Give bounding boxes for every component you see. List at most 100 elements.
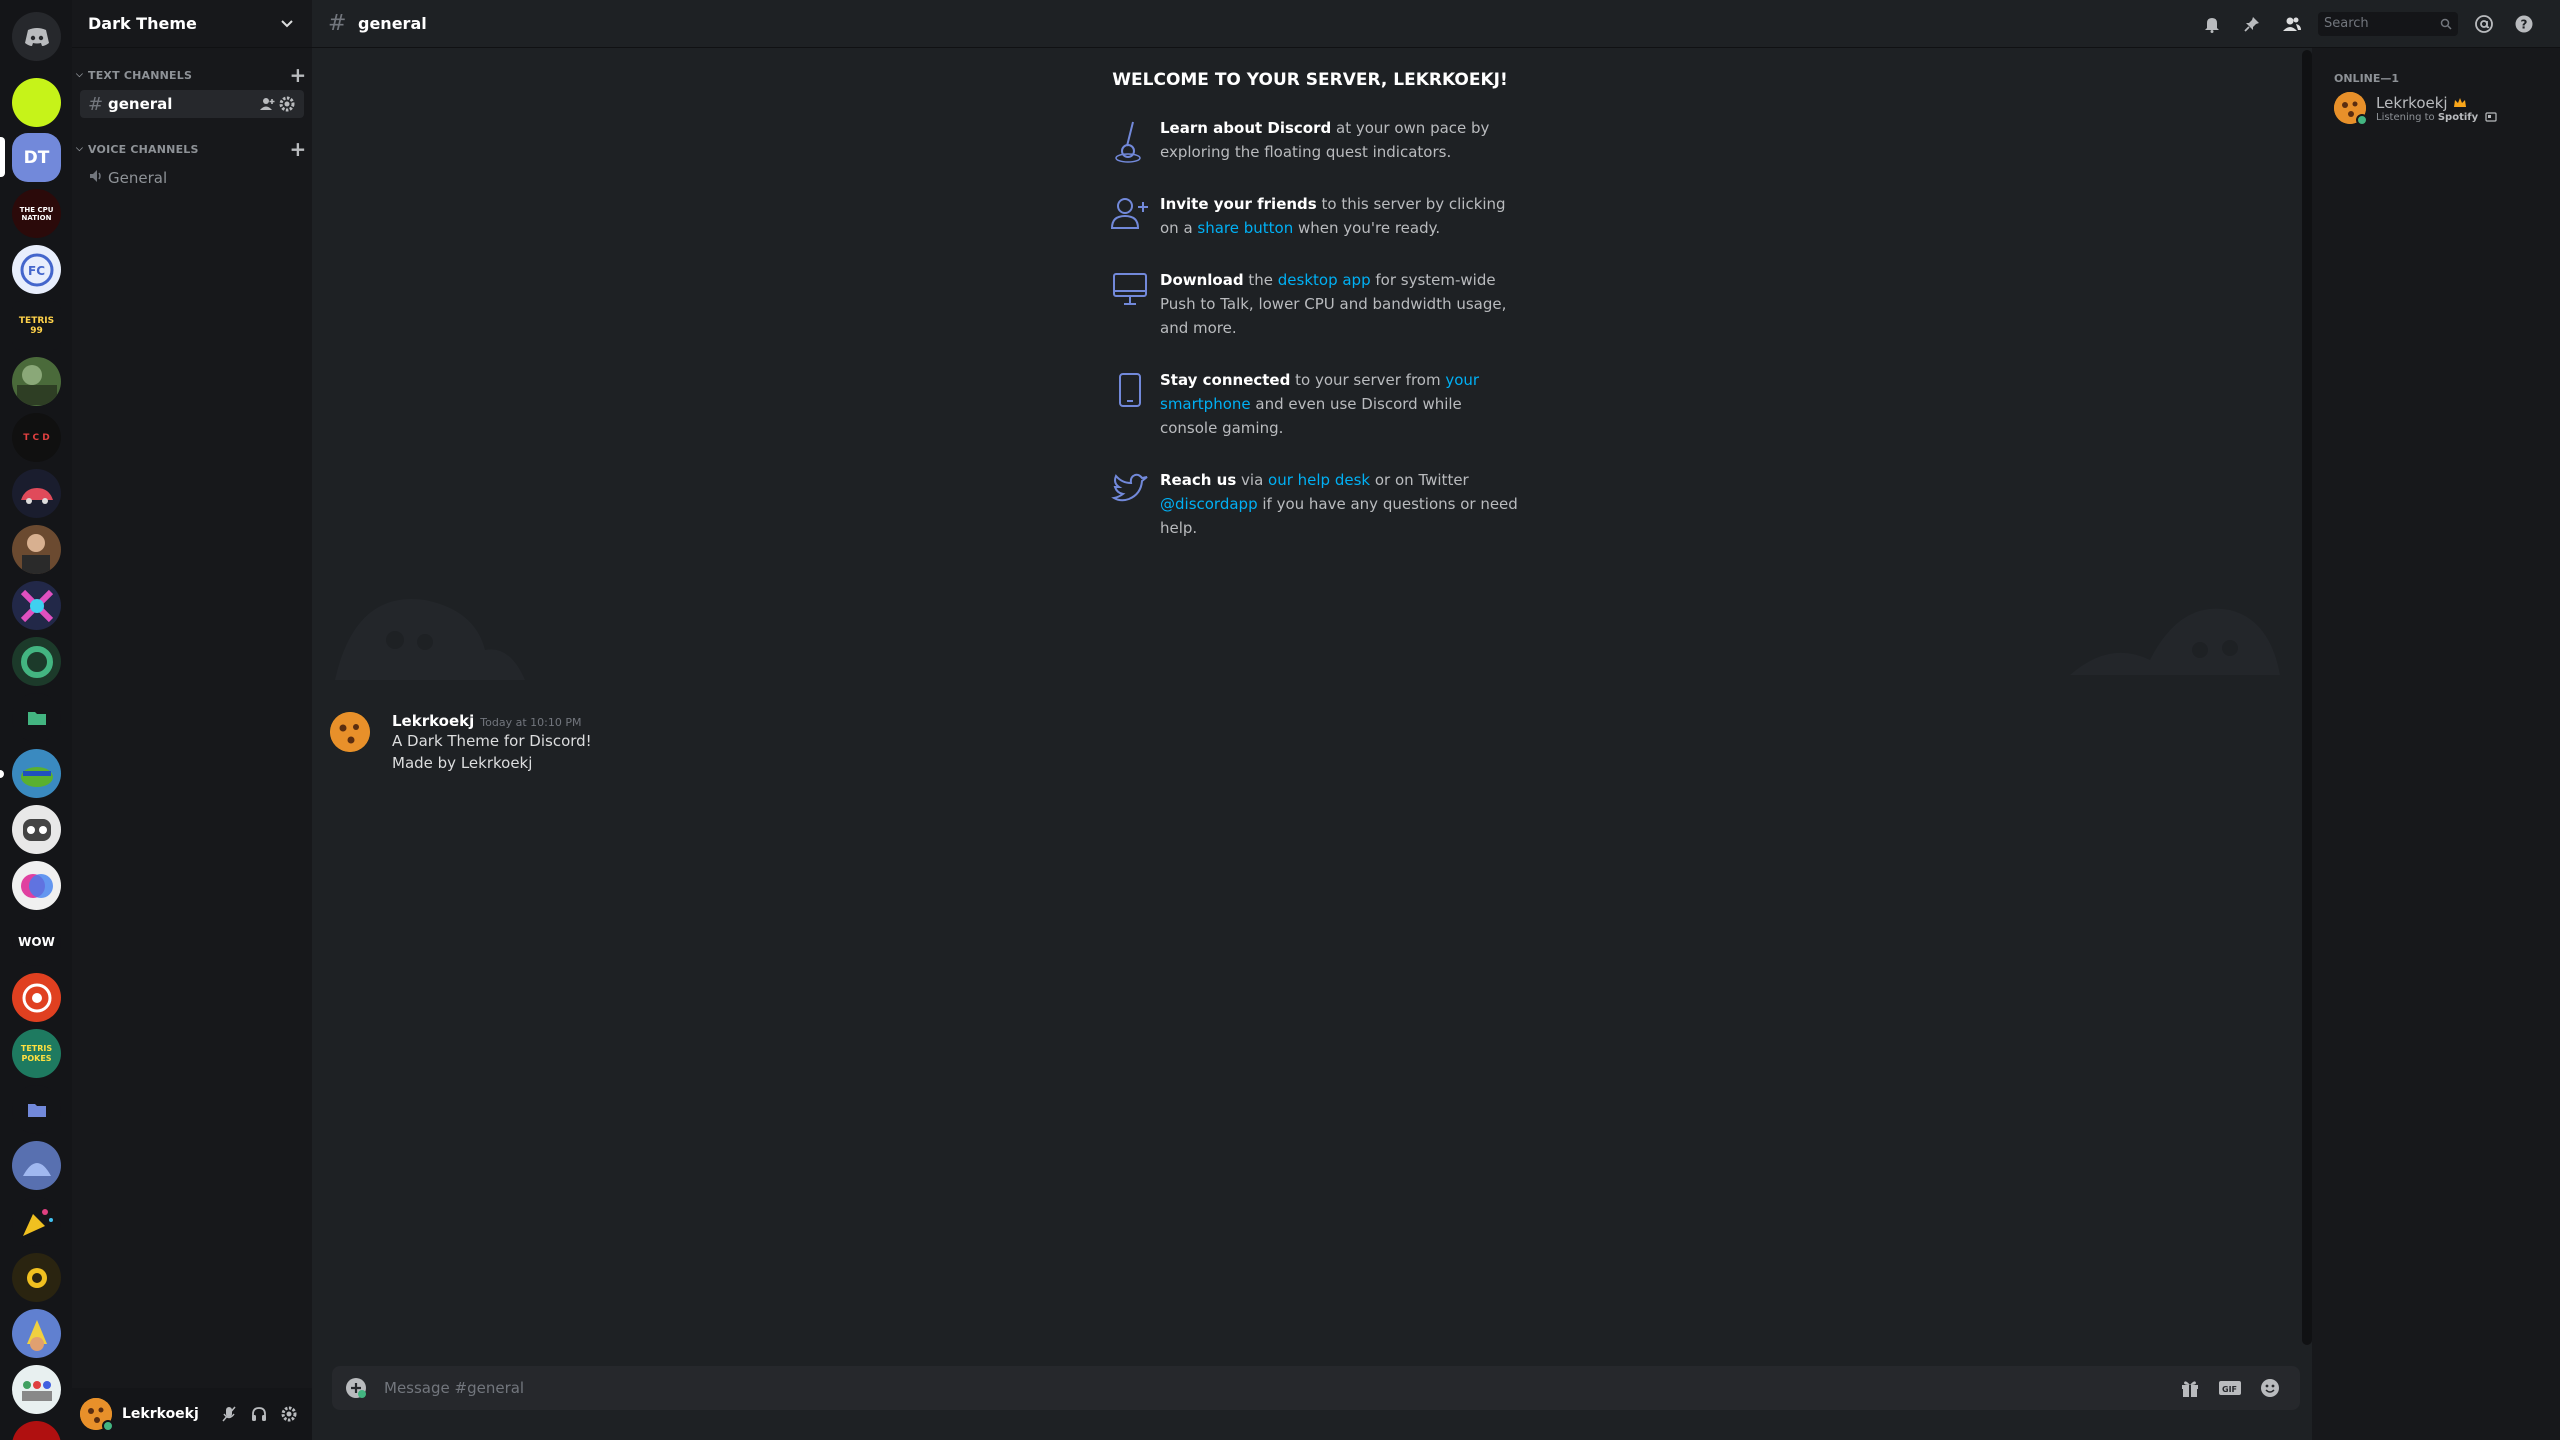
bell-icon: [2205, 17, 2219, 33]
guild-car[interactable]: [12, 469, 61, 518]
guild-landscape[interactable]: [12, 357, 61, 406]
create-text-channel-icon[interactable]: +: [288, 65, 308, 85]
channel-sidebar: Dark Theme ⌵ TEXT CHANNELS + # general ⌵…: [72, 0, 312, 1440]
guild-wizard[interactable]: [12, 1309, 61, 1358]
avatar: [2334, 92, 2368, 126]
guild-portrait[interactable]: [12, 525, 61, 574]
upload-button[interactable]: [342, 1372, 370, 1404]
online-status-icon: [102, 1420, 114, 1432]
mute-button[interactable]: [214, 1398, 244, 1430]
invite-icon[interactable]: [258, 95, 276, 113]
guild-lime[interactable]: [12, 78, 61, 127]
avatar[interactable]: [80, 1398, 114, 1432]
deafen-button[interactable]: [244, 1398, 274, 1430]
guild-robot[interactable]: [12, 805, 61, 854]
wizard-icon: [26, 1319, 47, 1351]
guild-orange-swirl[interactable]: [12, 973, 61, 1022]
channel-general[interactable]: # general: [80, 90, 304, 118]
guild-folder-blue[interactable]: [12, 1085, 61, 1134]
message-body: Lekrkoekj Today at 10:10 PM A Dark Theme…: [392, 712, 592, 774]
emoji-icon: [2261, 1379, 2279, 1397]
message-author[interactable]: Lekrkoekj: [392, 712, 474, 730]
tip-text: Download the desktop app for system-wide…: [1160, 271, 1507, 337]
activity-card-icon: [2485, 111, 2497, 122]
chat-scrollbar[interactable]: [2302, 50, 2312, 1345]
guild-wow[interactable]: WOW: [12, 917, 61, 966]
guild-folder-green[interactable]: [12, 693, 61, 742]
gift-button[interactable]: [2170, 1372, 2210, 1404]
guild-fc[interactable]: FC: [12, 245, 61, 294]
turtle-icon: [20, 766, 53, 787]
chevron-down-icon: [281, 19, 293, 27]
member-list-button[interactable]: [2272, 8, 2312, 40]
guild-people[interactable]: [12, 1365, 61, 1414]
activity-name: Spotify: [2437, 111, 2479, 123]
tip-text: Reach us via our help desk or on Twitter…: [1160, 471, 1518, 537]
gear-icon[interactable]: [278, 95, 296, 113]
tip-text: Learn about Discord at your own pace by …: [1160, 119, 1490, 161]
guild-tetris-pokes[interactable]: TETRIS POKES: [12, 1029, 61, 1078]
member-item[interactable]: Lekrkoekj Listening to Spotify: [2334, 92, 2497, 126]
server-header[interactable]: Dark Theme: [72, 0, 312, 48]
help-desk-link[interactable]: our help desk: [1268, 471, 1370, 489]
share-button-link[interactable]: share button: [1197, 219, 1293, 237]
desktop-app-link[interactable]: desktop app: [1278, 271, 1371, 289]
guild-sun[interactable]: [12, 1253, 61, 1302]
guild-gradient[interactable]: [12, 861, 61, 910]
quest-marker-icon: [1115, 121, 1141, 163]
wumpus-decoration-icon: [2070, 608, 2280, 675]
home-button[interactable]: [12, 12, 61, 61]
guild-blue-art[interactable]: [12, 1141, 61, 1190]
guild-tetris-99[interactable]: TETRIS 99: [12, 301, 61, 350]
create-voice-channel-icon[interactable]: +: [288, 139, 308, 159]
online-status-icon: [2356, 114, 2368, 126]
guild-tcd[interactable]: T C D: [12, 413, 61, 462]
guild-tetris-label: TETRIS 99: [18, 315, 55, 336]
message-line: A Dark Theme for Discord!: [392, 732, 592, 750]
notifications-button[interactable]: [2192, 8, 2232, 40]
gift-icon: [2182, 1381, 2198, 1397]
folder-icon: [27, 711, 46, 725]
tip-download: Download the desktop app for system-wide…: [1100, 268, 1520, 340]
tip-text: Stay connected to your server from your …: [1160, 371, 1480, 437]
guild-party[interactable]: [12, 1197, 61, 1246]
colorful-art-icon: [20, 589, 53, 622]
tip-help: Reach us via our help desk or on Twitter…: [1100, 468, 1520, 540]
channel-voice-general[interactable]: General: [80, 164, 304, 192]
guild-cpu-nation[interactable]: THE CPU NATION: [12, 189, 61, 238]
help-button[interactable]: ?: [2504, 8, 2544, 40]
gif-button[interactable]: GIF: [2210, 1372, 2250, 1404]
text-channel-icon: #: [88, 93, 104, 115]
svg-text:GIF: GIF: [2222, 1385, 2237, 1394]
search-icon: [2440, 18, 2452, 30]
pinned-messages-button[interactable]: [2232, 8, 2272, 40]
message-input[interactable]: [384, 1379, 2170, 1397]
guild-tetrismons-label: TETRIS POKES: [20, 1043, 53, 1063]
fc-logo-icon: FC: [20, 253, 53, 286]
user-settings-button[interactable]: [274, 1398, 304, 1430]
folder-icon: [27, 1103, 46, 1117]
category-voice-channels[interactable]: ⌵ VOICE CHANNELS +: [76, 139, 308, 159]
channel-topbar: # general ?: [312, 0, 2560, 48]
category-text-channels[interactable]: ⌵ TEXT CHANNELS +: [76, 65, 308, 85]
tip-invite: Invite your friends to this server by cl…: [1100, 192, 1520, 240]
guild-red[interactable]: [12, 1421, 61, 1440]
guild-dark-theme[interactable]: DT: [12, 133, 61, 182]
search-box[interactable]: [2318, 11, 2458, 36]
add-friend-icon: [1110, 198, 1148, 229]
guild-turtles[interactable]: [12, 749, 61, 798]
party-icon: [22, 1208, 53, 1236]
category-label: VOICE CHANNELS: [88, 142, 199, 156]
message-line: Made by Lekrkoekj: [392, 754, 533, 772]
search-input[interactable]: [2324, 16, 2440, 31]
people-icon: [21, 1380, 52, 1401]
emoji-button[interactable]: [2250, 1372, 2290, 1404]
mentions-button[interactable]: [2464, 8, 2504, 40]
message-composer: GIF: [332, 1366, 2300, 1410]
twitter-handle-link[interactable]: @discordapp: [1160, 495, 1258, 513]
discord-logo-icon: [24, 27, 49, 46]
sun-icon: [26, 1267, 47, 1288]
guild-colorful[interactable]: [12, 581, 61, 630]
avatar[interactable]: [330, 712, 370, 752]
guild-green-ring[interactable]: [12, 637, 61, 686]
